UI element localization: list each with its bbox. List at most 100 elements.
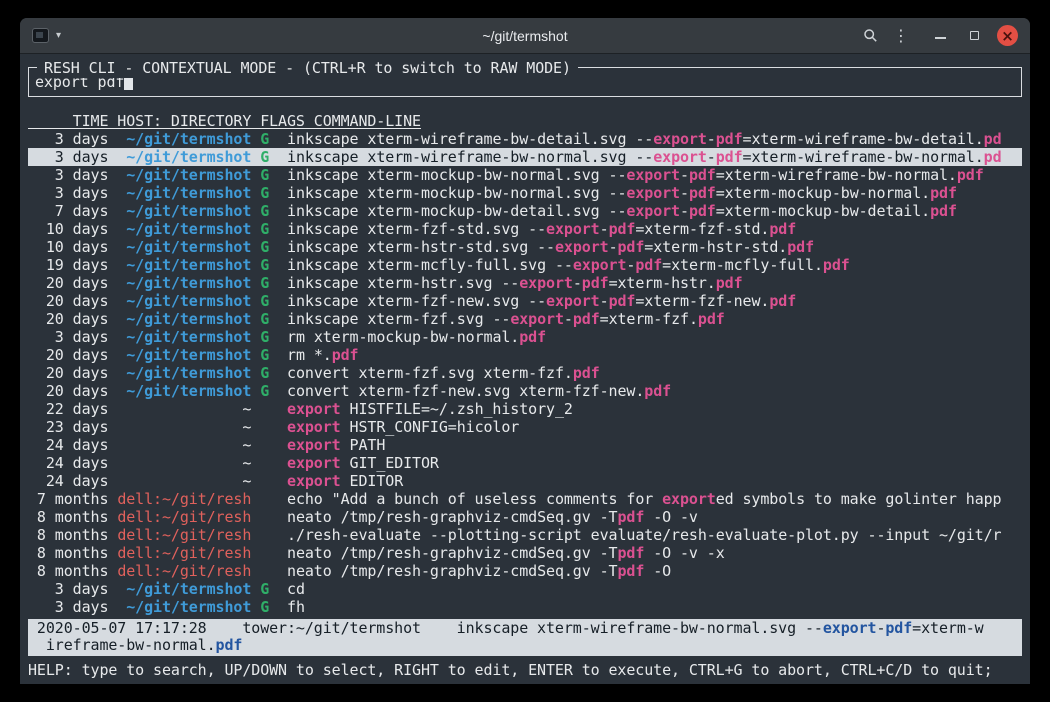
history-entry[interactable]: 22 days ~ export HISTFILE=~/.zsh_history… bbox=[28, 400, 1022, 418]
text-segment: pdf bbox=[689, 184, 716, 202]
text-segment bbox=[269, 364, 287, 382]
text-segment: export bbox=[662, 490, 716, 508]
restore-icon bbox=[970, 31, 979, 40]
text-segment: 8 months bbox=[28, 526, 117, 544]
text-segment: HSTR_CONFIG=hicolor bbox=[341, 418, 520, 436]
history-entry[interactable]: 20 days ~/git/termshot G inkscape xterm-… bbox=[28, 274, 1022, 292]
history-entry[interactable]: 20 days ~/git/termshot G convert xterm-f… bbox=[28, 364, 1022, 382]
text-segment: cd bbox=[287, 580, 305, 598]
text-segment bbox=[269, 598, 287, 616]
history-entry[interactable]: 8 months dell:~/git/resh neato /tmp/resh… bbox=[28, 544, 1022, 562]
text-segment bbox=[251, 202, 260, 220]
text-segment: pdf bbox=[716, 130, 743, 148]
history-entry[interactable]: 10 days ~/git/termshot G inkscape xterm-… bbox=[28, 220, 1022, 238]
minimize-button[interactable] bbox=[927, 23, 953, 49]
text-segment: -O -v bbox=[644, 508, 698, 526]
text-segment: pdf bbox=[618, 238, 645, 256]
search-input[interactable]: RESH CLI - CONTEXTUAL MODE - (CTRL+R to … bbox=[28, 67, 1022, 97]
text-segment: inkscape xterm-fzf-new.svg -- bbox=[287, 292, 546, 310]
text-segment: pdf bbox=[689, 166, 716, 184]
text-segment: ~/git/termshot bbox=[117, 166, 251, 184]
text-segment bbox=[251, 436, 287, 454]
text-segment: export bbox=[546, 220, 600, 238]
history-entry[interactable]: 20 days ~/git/termshot G inkscape xterm-… bbox=[28, 292, 1022, 310]
text-segment: G bbox=[260, 598, 269, 616]
text-segment bbox=[251, 238, 260, 256]
search-icon[interactable] bbox=[857, 23, 883, 49]
text-segment: - bbox=[600, 220, 609, 238]
history-entry[interactable]: 3 days ~/git/termshot G inkscape xterm-w… bbox=[28, 130, 1022, 148]
text-segment: ~ bbox=[117, 472, 251, 490]
history-entry[interactable]: 7 months dell:~/git/resh echo "Add a bun… bbox=[28, 490, 1022, 508]
history-entry[interactable]: 7 days ~/git/termshot G inkscape xterm-m… bbox=[28, 202, 1022, 220]
titlebar: ▾ ~/git/termshot ⋮ × bbox=[20, 18, 1030, 54]
text-segment: 20 days bbox=[28, 382, 117, 400]
text-segment: export bbox=[546, 292, 600, 310]
restore-button[interactable] bbox=[961, 23, 987, 49]
text-segment: =xterm-fzf. bbox=[600, 310, 698, 328]
text-segment: =xterm-mcfly-full. bbox=[662, 256, 823, 274]
text-segment bbox=[251, 310, 260, 328]
text-segment bbox=[251, 346, 260, 364]
history-entry[interactable]: 24 days ~ export GIT_EDITOR bbox=[28, 454, 1022, 472]
text-segment: neato /tmp/resh-graphviz-cmdSeq.gv -T bbox=[287, 508, 617, 526]
text-segment: G bbox=[260, 328, 269, 346]
text-segment: ~ bbox=[117, 400, 251, 418]
text-segment bbox=[251, 562, 287, 580]
app-icon bbox=[32, 28, 49, 43]
titlebar-buttons: ⋮ × bbox=[857, 23, 1018, 49]
history-entry[interactable]: 3 days ~/git/termshot G inkscape xterm-m… bbox=[28, 166, 1022, 184]
window-menu-button[interactable]: ▾ bbox=[32, 28, 61, 43]
text-segment: export bbox=[287, 418, 341, 436]
history-entry[interactable]: 19 days ~/git/termshot G inkscape xterm-… bbox=[28, 256, 1022, 274]
text-segment: 3 days bbox=[28, 580, 117, 598]
text-segment: pdf bbox=[885, 619, 912, 637]
text-segment: inkscape xterm-wireframe-bw-detail.svg -… bbox=[287, 130, 653, 148]
history-entry[interactable]: 24 days ~ export PATH bbox=[28, 436, 1022, 454]
history-entry[interactable]: 20 days ~/git/termshot G convert xterm-f… bbox=[28, 382, 1022, 400]
history-entry[interactable]: 3 days ~/git/termshot G inkscape xterm-m… bbox=[28, 184, 1022, 202]
text-segment bbox=[251, 598, 260, 616]
history-entry[interactable]: 24 days ~ export EDITOR bbox=[28, 472, 1022, 490]
text-segment: pdf bbox=[573, 310, 600, 328]
text-segment bbox=[251, 184, 260, 202]
text-segment: ./resh-evaluate --plotting-script evalua… bbox=[287, 526, 1001, 544]
text-segment: echo "Add a bunch of useless comments fo… bbox=[287, 490, 662, 508]
history-entry[interactable]: 8 months dell:~/git/resh ./resh-evaluate… bbox=[28, 526, 1022, 544]
text-segment: pdf bbox=[698, 310, 725, 328]
history-entry[interactable]: 3 days ~/git/termshot G rm xterm-mockup-… bbox=[28, 328, 1022, 346]
history-entry[interactable]: 3 days ~/git/termshot G fh bbox=[28, 598, 1022, 616]
text-segment: - bbox=[609, 238, 618, 256]
text-segment: export bbox=[510, 310, 564, 328]
text-segment: ~ bbox=[117, 454, 251, 472]
history-entry[interactable]: 3 days ~/git/termshot G cd bbox=[28, 580, 1022, 598]
history-entry-selected[interactable]: 3 days ~/git/termshot G inkscape xterm-w… bbox=[28, 148, 1022, 166]
text-segment: pdf bbox=[617, 508, 644, 526]
text-segment: export bbox=[519, 274, 573, 292]
text-segment: export bbox=[626, 184, 680, 202]
text-segment: HISTFILE=~/.zsh_history_2 bbox=[341, 400, 573, 418]
history-entry[interactable]: 20 days ~/git/termshot G inkscape xterm-… bbox=[28, 310, 1022, 328]
text-segment: ~/git/termshot bbox=[117, 202, 251, 220]
history-entry[interactable]: 20 days ~/git/termshot G rm *.pdf bbox=[28, 346, 1022, 364]
text-segment: ed symbols to make golinter happ bbox=[716, 490, 1002, 508]
text-segment: dell:~/git/resh bbox=[117, 562, 251, 580]
history-entry[interactable]: 23 days ~ export HSTR_CONFIG=hicolor bbox=[28, 418, 1022, 436]
text-segment: =xterm-mockup-bw-detail. bbox=[716, 202, 930, 220]
close-button[interactable]: × bbox=[997, 25, 1018, 46]
text-segment: pdf bbox=[823, 256, 850, 274]
history-entry[interactable]: 8 months dell:~/git/resh neato /tmp/resh… bbox=[28, 508, 1022, 526]
text-segment bbox=[269, 148, 287, 166]
kebab-menu-icon[interactable]: ⋮ bbox=[893, 26, 909, 45]
history-entry[interactable]: 8 months dell:~/git/resh neato /tmp/resh… bbox=[28, 562, 1022, 580]
text-segment: inkscape xterm-mcfly-full.svg -- bbox=[287, 256, 573, 274]
text-segment: - bbox=[680, 166, 689, 184]
text-segment: pdf bbox=[617, 544, 644, 562]
text-segment: ~ bbox=[117, 436, 251, 454]
text-segment: 24 days bbox=[28, 454, 117, 472]
text-segment: pd bbox=[984, 148, 1002, 166]
text-segment: 20 days bbox=[28, 274, 117, 292]
history-entry[interactable]: 10 days ~/git/termshot G inkscape xterm-… bbox=[28, 238, 1022, 256]
text-segment: pdf bbox=[957, 166, 984, 184]
text-segment: pdf bbox=[930, 202, 957, 220]
